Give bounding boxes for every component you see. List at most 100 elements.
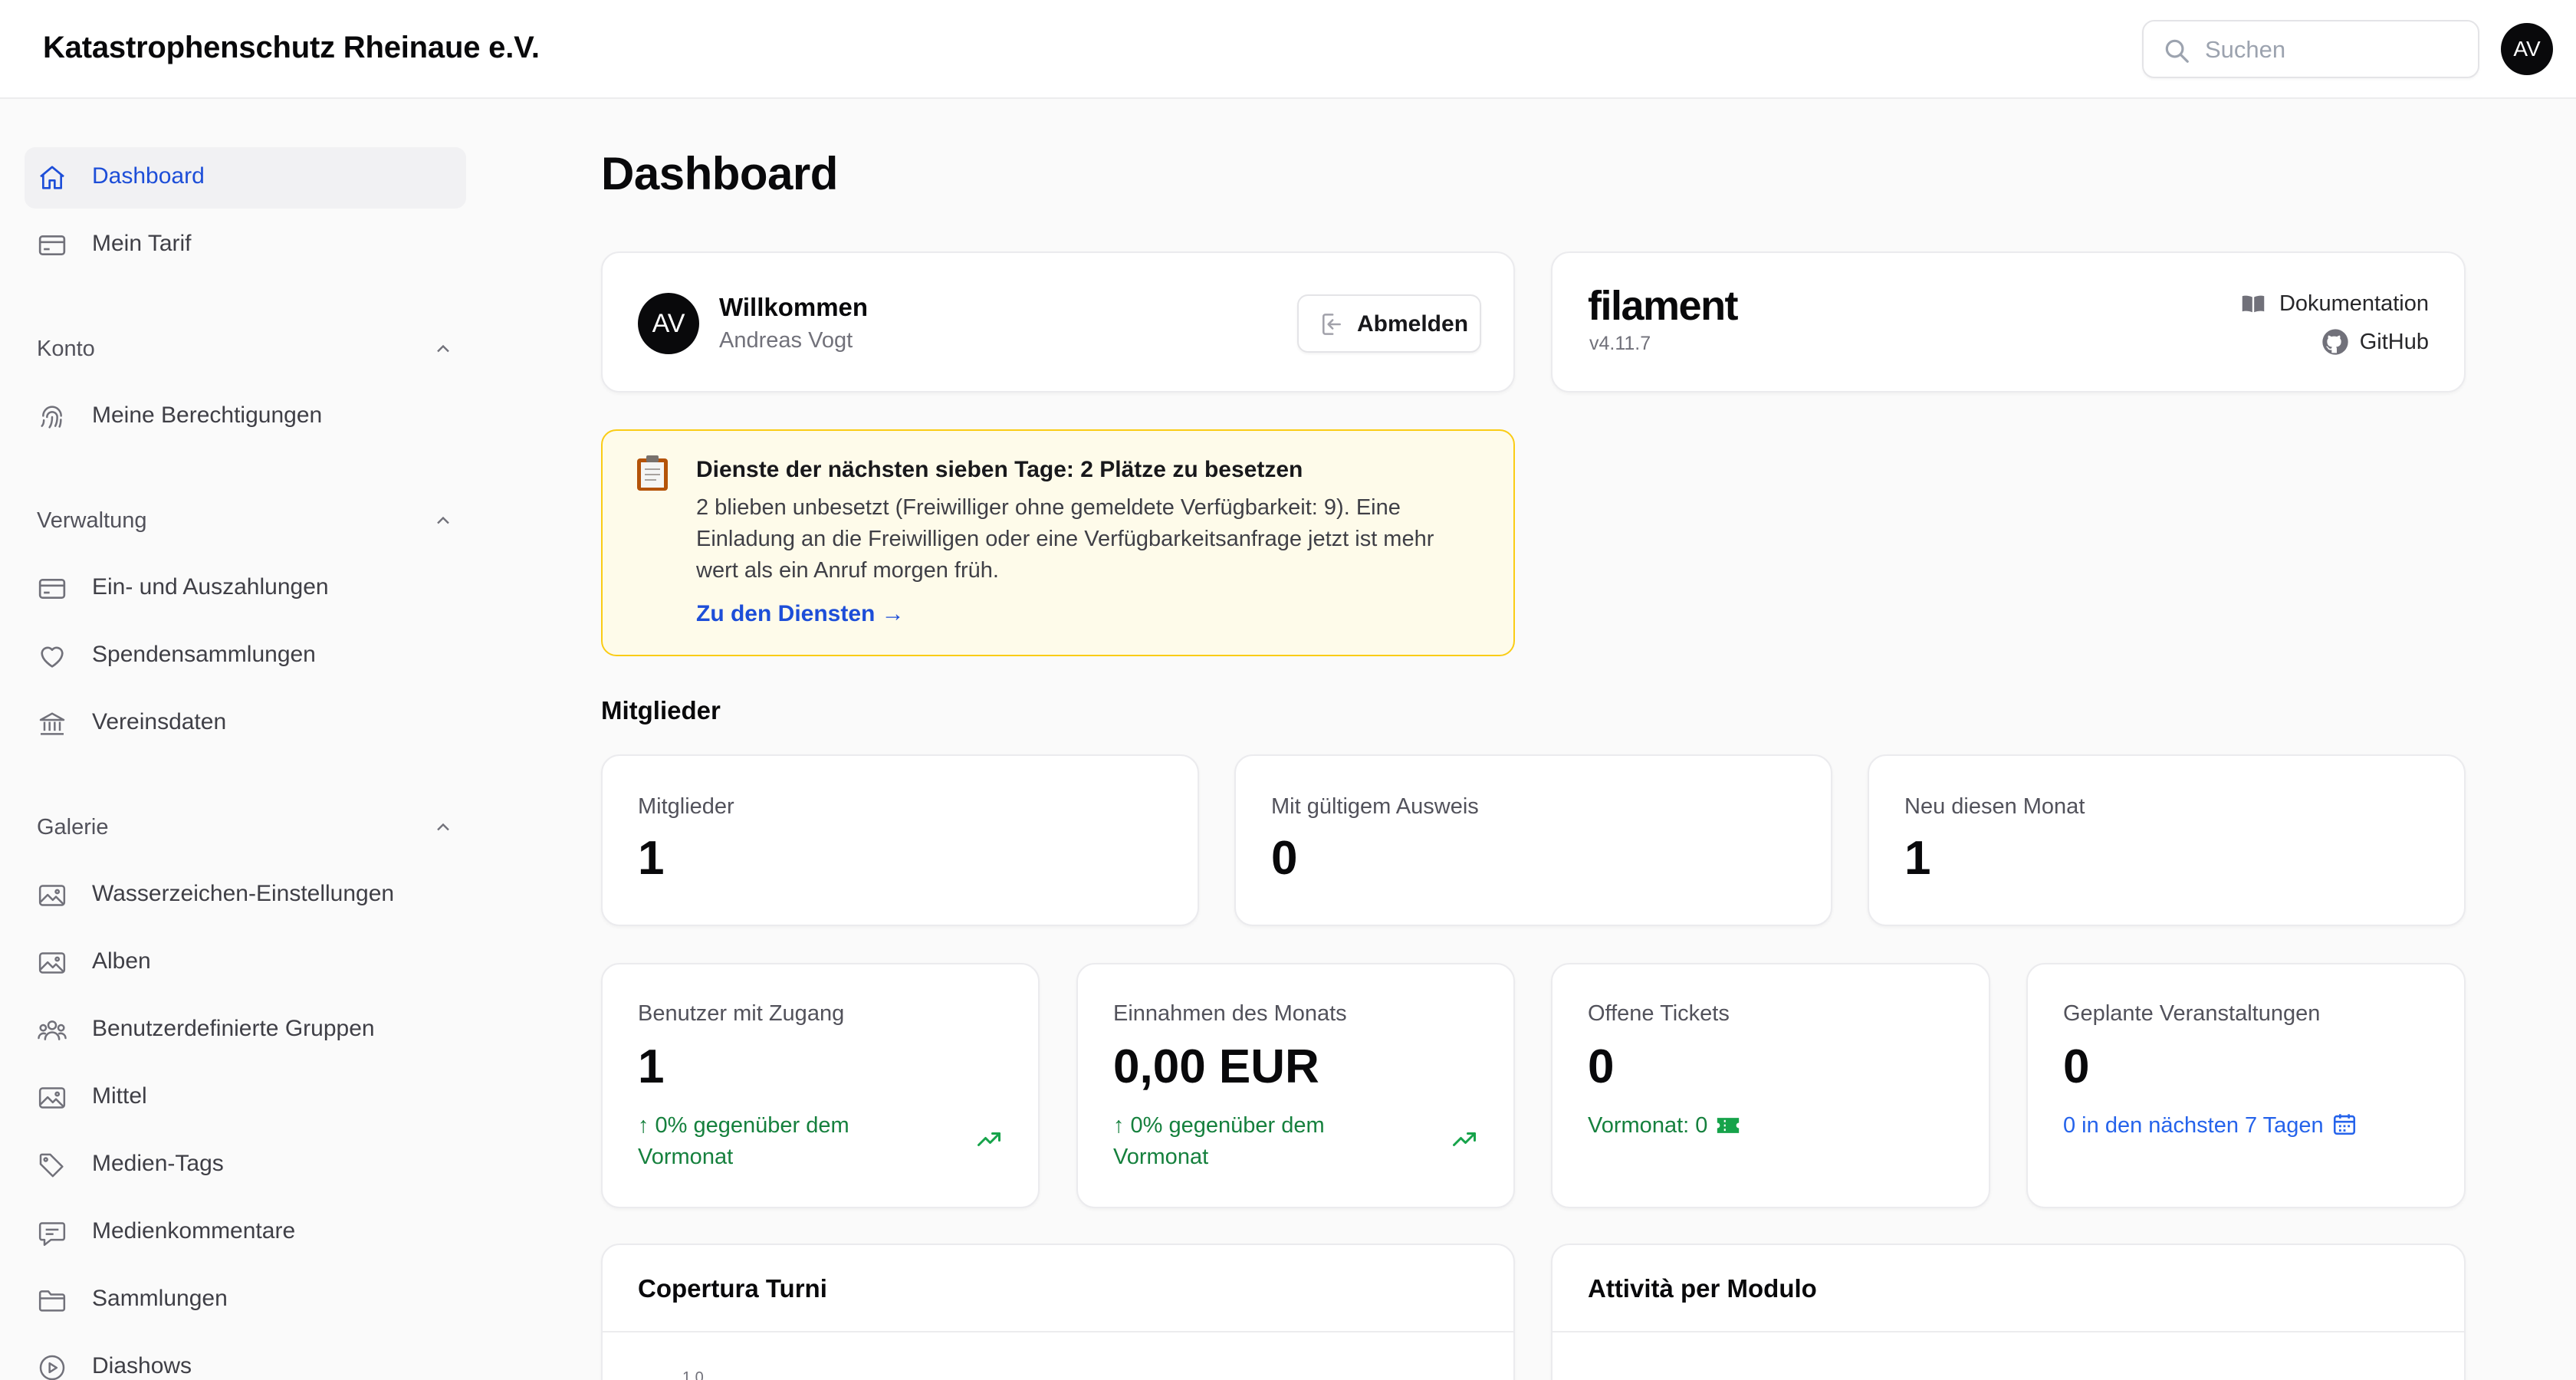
book-open-icon — [2239, 290, 2267, 317]
photo-icon — [37, 1083, 67, 1113]
sidebar-item-label: Spendensammlungen — [92, 642, 316, 667]
page-title: Dashboard — [601, 148, 838, 199]
documentation-link[interactable]: Dokumentation — [2239, 290, 2429, 317]
avatar: AV — [638, 293, 699, 354]
chart-title: Copertura Turni — [638, 1274, 827, 1303]
group-label: Galerie — [37, 814, 109, 840]
chevron-up-icon — [432, 816, 454, 838]
stat-label: Mit gültigem Ausweis — [1271, 794, 1479, 819]
play-circle-icon — [37, 1352, 67, 1380]
sidebar-item-mittel[interactable]: Mittel — [25, 1067, 466, 1129]
fingerprint-icon — [37, 402, 67, 432]
documentation-label: Dokumentation — [2279, 291, 2429, 316]
photo-icon — [37, 880, 67, 911]
stat-card-users-with-access: Benutzer mit Zugang 1 ↑ 0% gegenüber dem… — [601, 963, 1040, 1208]
user-name: Andreas Vogt — [719, 328, 853, 353]
sidebar-item-medien-tags[interactable]: Medien-Tags — [25, 1135, 466, 1196]
sidebar-item-benutzerdefinierte-gruppen[interactable]: Benutzerdefinierte Gruppen — [25, 1000, 466, 1061]
stat-value: 1 — [638, 832, 665, 885]
stat-card-members: Mitglieder 1 — [601, 754, 1199, 926]
stat-value: 0 — [1588, 1040, 1615, 1093]
credit-card-icon — [37, 230, 67, 261]
user-group-icon — [37, 1015, 67, 1046]
sidebar-item-meine-berechtigungen[interactable]: Meine Berechtigungen — [25, 386, 466, 448]
duties-link[interactable]: Zu den Diensten → — [696, 601, 905, 627]
stat-card-monthly-income: Einnahmen des Monats 0,00 EUR ↑ 0% gegen… — [1076, 963, 1515, 1208]
sidebar-item-label: Ein- und Auszahlungen — [92, 574, 329, 600]
group-toggle-verwaltung[interactable]: Verwaltung — [37, 504, 454, 537]
chat-bubble-icon — [37, 1217, 67, 1248]
sidebar-item-label: Diashows — [92, 1353, 192, 1378]
folder-icon — [37, 1285, 67, 1316]
ticket-icon — [1715, 1114, 1741, 1137]
welcome-card: AV Willkommen Andreas Vogt Abmelden — [601, 251, 1515, 393]
clipboard-icon — [635, 454, 670, 492]
stat-description: 0 in den nächsten 7 Tagen — [2063, 1113, 2324, 1138]
stat-description-row: Vormonat: 0 — [1588, 1110, 1956, 1142]
search-box[interactable] — [2142, 20, 2479, 78]
sidebar-item-label: Benutzerdefinierte Gruppen — [92, 1016, 375, 1041]
sidebar: Dashboard Mein Tarif Konto Meine Berecht… — [0, 100, 491, 1380]
stat-label: Geplante Veranstaltungen — [2063, 1001, 2321, 1026]
sidebar-item-mein-tarif[interactable]: Mein Tarif — [25, 215, 466, 276]
sidebar-item-label: Meine Berechtigungen — [92, 402, 323, 428]
sidebar-item-label: Alben — [92, 948, 151, 974]
search-input[interactable] — [2205, 32, 2466, 67]
stat-card-valid-id: Mit gültigem Ausweis 0 — [1234, 754, 1832, 926]
sidebar-item-spendensammlungen[interactable]: Spendensammlungen — [25, 626, 466, 687]
chart-title: Attività per Modulo — [1588, 1274, 1817, 1303]
sidebar-item-vereinsdaten[interactable]: Vereinsdaten — [25, 693, 466, 754]
sidebar-item-medienkommentare[interactable]: Medienkommentare — [25, 1202, 466, 1263]
sidebar-item-label: Dashboard — [92, 163, 205, 189]
group-label: Konto — [37, 336, 95, 361]
stat-label: Einnahmen des Monats — [1113, 1001, 1347, 1026]
chevron-up-icon — [432, 510, 454, 531]
credit-card-icon — [37, 573, 67, 604]
stat-label: Neu diesen Monat — [1904, 794, 2085, 819]
chevron-up-icon — [432, 338, 454, 360]
group-label: Verwaltung — [37, 508, 147, 533]
tag-icon — [37, 1150, 67, 1181]
group-toggle-galerie[interactable]: Galerie — [37, 810, 454, 844]
building-library-icon — [37, 708, 67, 739]
trending-up-icon — [1451, 1125, 1478, 1153]
stat-label: Mitglieder — [638, 794, 734, 819]
sidebar-item-sammlungen[interactable]: Sammlungen — [25, 1270, 466, 1331]
user-avatar[interactable]: AV — [2501, 23, 2553, 75]
sidebar-item-label: Wasserzeichen-Einstellungen — [92, 881, 395, 906]
chart-card-activity-by-module: Attività per Modulo — [1551, 1244, 2466, 1380]
sidebar-item-label: Vereinsdaten — [92, 709, 227, 734]
stat-card-planned-events: Geplante Veranstaltungen 0 0 in den näch… — [2026, 963, 2466, 1208]
github-link[interactable]: GitHub — [2320, 327, 2429, 357]
group-toggle-konto[interactable]: Konto — [37, 332, 454, 366]
alert-title: Dienste der nächsten sieben Tage: 2 Plät… — [696, 457, 1303, 482]
stat-description: Vormonat: 0 — [1588, 1113, 1708, 1138]
topbar: Katastrophenschutz Rheinaue e.V. AV — [0, 0, 2576, 99]
stat-card-open-tickets: Offene Tickets 0 Vormonat: 0 — [1551, 963, 1990, 1208]
stat-label: Offene Tickets — [1588, 1001, 1730, 1026]
welcome-title: Willkommen — [719, 293, 869, 321]
sidebar-item-dashboard[interactable]: Dashboard — [25, 147, 466, 209]
heart-icon — [37, 641, 67, 672]
stat-value: 1 — [638, 1040, 665, 1093]
sidebar-item-alben[interactable]: Alben — [25, 932, 466, 994]
section-title-members: Mitglieder — [601, 696, 721, 724]
filament-info-card: filament v4.11.7 Dokumentation GitHub — [1551, 251, 2466, 393]
sidebar-item-wasserzeichen-einstellungen[interactable]: Wasserzeichen-Einstellungen — [25, 865, 466, 926]
sidebar-item-diashows[interactable]: Diashows — [25, 1337, 466, 1380]
chart-card-shift-coverage: Copertura Turni 1.0 — [601, 1244, 1515, 1380]
github-icon — [2320, 327, 2351, 357]
sidebar-item-label: Medienkommentare — [92, 1218, 296, 1244]
logout-button[interactable]: Abmelden — [1297, 294, 1481, 353]
stat-label: Benutzer mit Zugang — [638, 1001, 845, 1026]
brand-title[interactable]: Katastrophenschutz Rheinaue e.V. — [43, 31, 540, 65]
stat-description: ↑ 0% gegenüber dem Vormonat — [638, 1113, 849, 1169]
stat-value: 0,00 EUR — [1113, 1040, 1319, 1093]
stat-value: 1 — [1904, 832, 1931, 885]
sidebar-item-ein-und-auszahlungen[interactable]: Ein- und Auszahlungen — [25, 558, 466, 619]
stat-description: ↑ 0% gegenüber dem Vormonat — [1113, 1113, 1325, 1169]
sidebar-item-label: Sammlungen — [92, 1286, 228, 1311]
stat-description-row: 0 in den nächsten 7 Tagen — [2063, 1110, 2446, 1142]
github-label: GitHub — [2359, 329, 2429, 354]
home-icon — [37, 163, 67, 193]
